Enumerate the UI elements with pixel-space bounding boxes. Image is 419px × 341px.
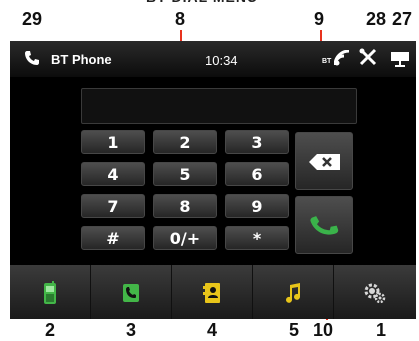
callout-28: 28 xyxy=(366,9,387,29)
monitor-icon[interactable] xyxy=(390,50,410,73)
settings-icon xyxy=(363,281,387,303)
callout-4: 4 xyxy=(207,320,218,340)
key-star[interactable]: * xyxy=(225,226,289,250)
callout-1: 1 xyxy=(376,320,387,340)
callout-10: 10 xyxy=(313,320,334,340)
key-9[interactable]: 9 xyxy=(225,194,289,218)
key-2[interactable]: 2 xyxy=(153,130,217,154)
backspace-icon xyxy=(309,154,341,175)
status-bar: BT Phone 10:34 BT xyxy=(10,41,416,77)
backspace-button[interactable] xyxy=(295,132,353,190)
callout-3: 3 xyxy=(126,320,137,340)
figure-heading-partial: BT DIAL MENU xyxy=(146,0,258,5)
key-8[interactable]: 8 xyxy=(153,194,217,218)
tab-contacts[interactable] xyxy=(172,265,253,319)
app-title: BT Phone xyxy=(51,52,112,67)
contacts-icon xyxy=(202,281,222,303)
tools-icon[interactable] xyxy=(359,48,377,71)
callout-2: 2 xyxy=(45,320,56,340)
key-7[interactable]: 7 xyxy=(81,194,145,218)
tab-call-log[interactable] xyxy=(91,265,172,319)
key-hash[interactable]: # xyxy=(81,226,145,250)
key-1[interactable]: 1 xyxy=(81,130,145,154)
phone-icon[interactable] xyxy=(24,50,40,71)
bt-signal-icon xyxy=(333,49,352,70)
key-4[interactable]: 4 xyxy=(81,162,145,186)
callout-9: 9 xyxy=(314,9,325,29)
callout-27: 27 xyxy=(392,9,413,29)
bt-label: BT xyxy=(322,58,332,65)
callout-5: 5 xyxy=(289,320,300,340)
tab-music[interactable] xyxy=(253,265,334,319)
tab-settings[interactable] xyxy=(334,265,416,319)
tab-dial[interactable] xyxy=(10,265,91,319)
bottom-menu-bar xyxy=(10,265,416,319)
key-6[interactable]: 6 xyxy=(225,162,289,186)
call-button[interactable] xyxy=(295,196,353,254)
key-3[interactable]: 3 xyxy=(225,130,289,154)
call-log-icon xyxy=(120,281,142,303)
key-0-plus[interactable]: 0/+ xyxy=(153,226,217,250)
call-icon xyxy=(309,208,339,241)
number-display xyxy=(81,88,357,124)
mobile-phone-icon xyxy=(43,280,57,304)
callout-8: 8 xyxy=(175,9,186,29)
music-icon xyxy=(284,281,302,303)
clock: 10:34 xyxy=(205,53,238,68)
bt-phone-screen: BT Phone 10:34 BT 1 2 3 4 5 6 7 8 9 # 0/… xyxy=(10,41,416,319)
callout-29: 29 xyxy=(22,9,43,29)
key-5[interactable]: 5 xyxy=(153,162,217,186)
